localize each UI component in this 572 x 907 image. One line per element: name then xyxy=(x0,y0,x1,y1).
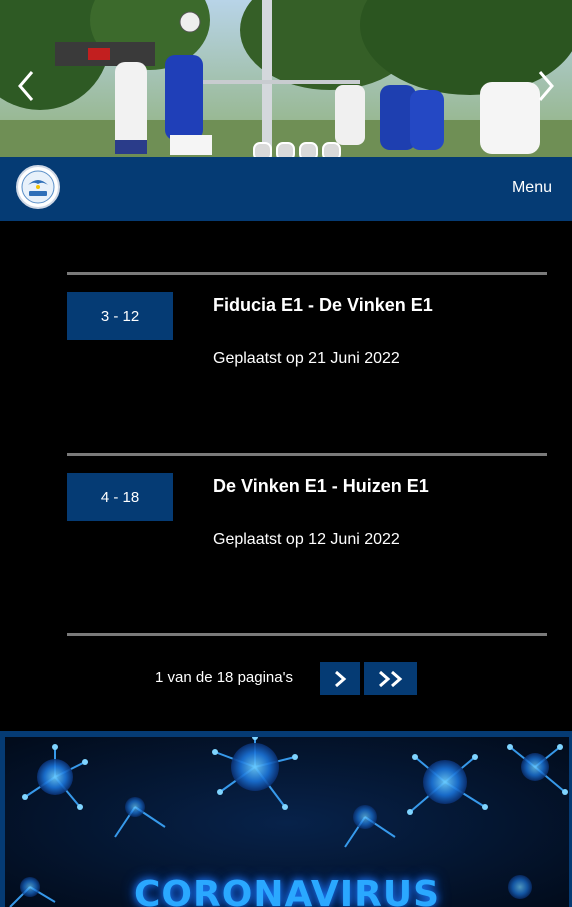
coronavirus-banner[interactable]: CORONAVIRUS xyxy=(0,731,572,907)
site-header: Menu xyxy=(0,157,572,221)
slider-dots xyxy=(253,142,341,157)
hero-slider xyxy=(0,0,572,157)
chevron-left-icon xyxy=(18,71,34,101)
slider-dot-3[interactable] xyxy=(299,142,318,157)
banner-image: CORONAVIRUS xyxy=(5,737,569,907)
hero-photo xyxy=(0,0,572,157)
club-logo[interactable] xyxy=(16,165,60,209)
article-item: 3 - 12 Fiducia E1 - De Vinken E1 Geplaat… xyxy=(67,272,547,452)
chevron-right-icon xyxy=(335,670,347,687)
article-title[interactable]: Fiducia E1 - De Vinken E1 xyxy=(213,295,433,316)
score-badge[interactable]: 4 - 18 xyxy=(67,473,173,521)
article-item: 4 - 18 De Vinken E1 - Huizen E1 Geplaats… xyxy=(67,453,547,633)
page-info: 1 van de 18 pagina's xyxy=(155,669,293,686)
slider-dot-4[interactable] xyxy=(322,142,341,157)
slider-dot-1[interactable] xyxy=(253,142,272,157)
slider-prev-button[interactable] xyxy=(12,66,42,106)
slider-dot-2[interactable] xyxy=(276,142,295,157)
logo-image xyxy=(19,168,57,206)
pagination: 1 van de 18 pagina's xyxy=(0,662,572,695)
article-title[interactable]: De Vinken E1 - Huizen E1 xyxy=(213,476,429,497)
divider xyxy=(67,633,547,636)
next-page-button[interactable] xyxy=(320,662,360,695)
last-page-button[interactable] xyxy=(364,662,417,695)
double-chevron-right-icon xyxy=(378,670,402,687)
score-badge[interactable]: 3 - 12 xyxy=(67,292,173,340)
chevron-right-icon xyxy=(538,71,554,101)
slider-next-button[interactable] xyxy=(532,66,562,106)
article-date: Geplaatst op 21 Juni 2022 xyxy=(213,350,400,367)
article-date: Geplaatst op 12 Juni 2022 xyxy=(213,531,400,548)
menu-button[interactable]: Menu xyxy=(512,179,552,197)
banner-title: CORONAVIRUS xyxy=(133,874,441,907)
